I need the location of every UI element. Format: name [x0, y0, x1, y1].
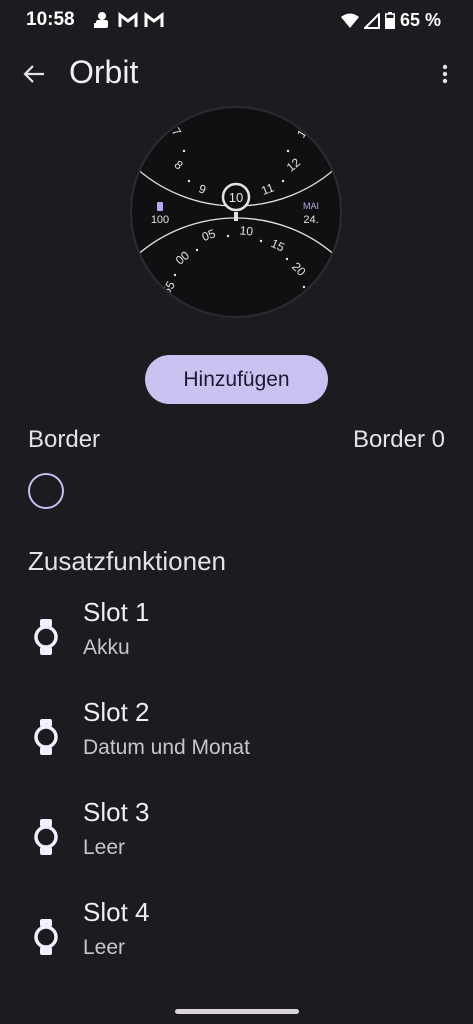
list-item[interactable]: Slot 4 Leer	[0, 897, 473, 977]
wifi-icon	[340, 13, 359, 28]
more-options-button[interactable]	[433, 58, 457, 90]
list-item[interactable]: Slot 2 Datum und Monat	[0, 697, 473, 777]
slot-title: Slot 4	[83, 897, 150, 927]
watch-icon	[34, 619, 58, 655]
watch-face-preview[interactable]: 7 8 9 11 12 1 55 00 05 10 15 20 10 100 M…	[130, 106, 342, 318]
watch-icon	[34, 819, 58, 855]
gmail-icon	[144, 12, 164, 27]
watch-icon	[34, 719, 58, 755]
slot-title: Slot 2	[83, 697, 150, 727]
day-complication: 24.	[303, 214, 318, 226]
notification-icons	[92, 11, 164, 29]
battery-icon	[384, 12, 395, 29]
minute-tick-label: 10	[239, 223, 254, 238]
color-swatch[interactable]	[28, 473, 64, 509]
slot-subtitle: Datum und Monat	[83, 736, 250, 759]
month-complication: MAI	[303, 201, 319, 211]
status-bar: 10:58 65 %	[0, 0, 473, 44]
battery-complication-value: 100	[151, 214, 169, 226]
battery-percent: 65 %	[399, 10, 441, 30]
status-time: 10:58	[26, 9, 75, 30]
section-title: Zusatzfunktionen	[28, 546, 227, 576]
gmail-icon	[118, 12, 138, 27]
page-title: Orbit	[69, 54, 139, 90]
add-button[interactable]: Hinzufügen	[145, 355, 328, 404]
border-setting-row[interactable]: Border Border 0	[0, 418, 473, 458]
character-icon	[94, 12, 108, 28]
gesture-nav-handle[interactable]	[175, 1009, 299, 1014]
border-value: Border 0	[352, 426, 445, 453]
minute-marker	[234, 212, 238, 221]
more-vert-icon	[442, 64, 448, 84]
list-item[interactable]: Slot 3 Leer	[0, 797, 473, 877]
slot-title: Slot 3	[83, 797, 150, 827]
signal-icon	[363, 12, 380, 29]
back-button[interactable]	[18, 58, 50, 90]
current-hour: 10	[229, 190, 243, 205]
app-bar: Orbit	[0, 48, 473, 100]
list-item[interactable]: Slot 1 Akku	[0, 597, 473, 677]
border-label: Border	[28, 426, 101, 453]
status-indicators: 65 %	[340, 10, 441, 31]
slot-subtitle: Leer	[83, 836, 126, 859]
battery-complication-icon	[157, 202, 163, 211]
watch-icon	[34, 919, 58, 955]
arrow-back-icon	[23, 65, 44, 83]
slot-title: Slot 1	[83, 597, 150, 627]
slot-subtitle: Akku	[83, 636, 130, 659]
slot-subtitle: Leer	[83, 936, 126, 959]
